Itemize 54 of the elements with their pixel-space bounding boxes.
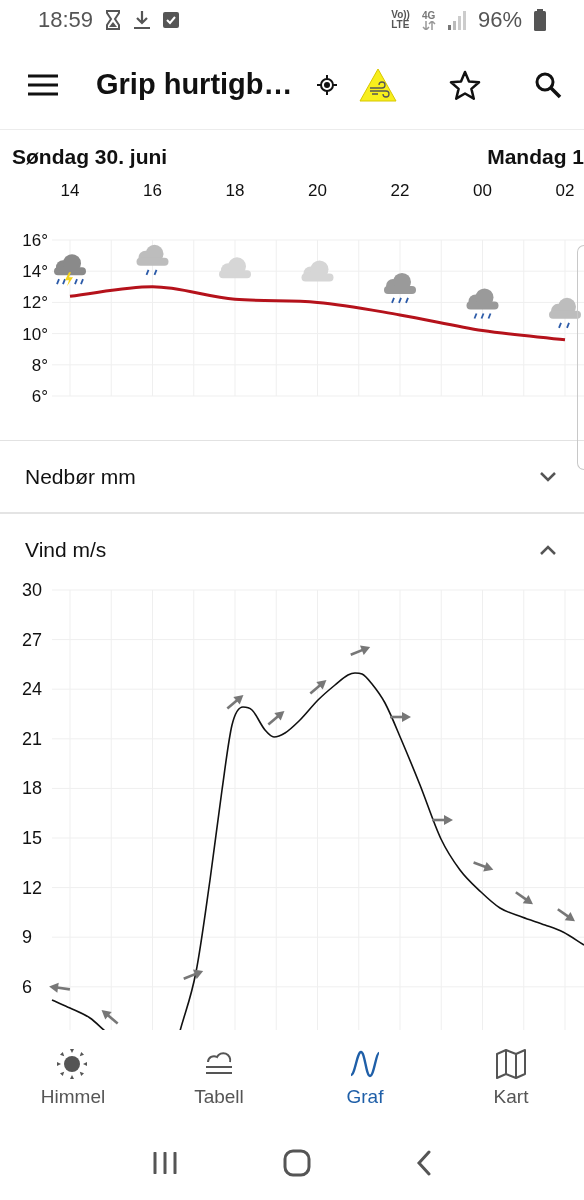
axis-label: 18 <box>22 778 43 799</box>
axis-label: 12 <box>22 877 43 898</box>
nav-tab[interactable]: Kart <box>438 1030 584 1125</box>
axis-label: 24 <box>22 679 43 700</box>
axis-label: 21 <box>22 728 43 749</box>
network-label: Vo)) <box>391 10 410 20</box>
checkbox-icon <box>163 12 180 28</box>
sun-icon <box>56 1047 90 1080</box>
data-type-label: 4G <box>421 10 436 21</box>
clock: 18:59 <box>38 7 94 33</box>
axis-label: 8° <box>31 355 48 375</box>
hour-label: 02 <box>555 181 575 200</box>
map-icon <box>494 1047 528 1080</box>
signal-icon <box>447 10 466 30</box>
hour-label: 16 <box>143 181 162 200</box>
chevron-icon[interactable] <box>540 471 556 482</box>
day-label: Mandag 1 <box>487 145 584 170</box>
home-icon[interactable] <box>283 1148 311 1177</box>
network-label: LTE <box>391 20 410 30</box>
axis-label: 27 <box>22 629 43 650</box>
hourglass-icon <box>105 10 122 30</box>
day-label: Søndag 30. juni <box>12 145 168 170</box>
nav-tab[interactable]: Tabell <box>146 1030 292 1125</box>
axis-label: 16° <box>22 231 48 250</box>
download-icon <box>133 10 152 30</box>
recent-apps-icon[interactable] <box>152 1151 179 1174</box>
menu-icon[interactable] <box>28 73 58 96</box>
data-arrows-icon <box>421 20 436 30</box>
axis-label: 10° <box>22 324 48 344</box>
battery-icon <box>534 9 546 31</box>
section-title: Vind m/s <box>25 538 107 562</box>
hour-label: 22 <box>390 181 410 200</box>
hour-label: 18 <box>225 181 245 200</box>
hour-label: 14 <box>60 181 80 200</box>
location-icon[interactable] <box>316 74 337 95</box>
axis-label: 30 <box>22 580 43 600</box>
nav-tab[interactable]: Graf <box>292 1030 438 1125</box>
wind-warning-icon[interactable] <box>358 67 397 102</box>
axis-label: 15 <box>22 828 43 848</box>
battery-percent: 96% <box>477 7 522 33</box>
location-title: Grip hurtigb… <box>96 68 293 101</box>
hour-label: 20 <box>308 181 327 200</box>
axis-label: 6° <box>31 387 48 406</box>
star-icon[interactable] <box>449 69 482 100</box>
back-icon[interactable] <box>415 1149 432 1176</box>
axis-label: 9 <box>22 927 32 948</box>
axis-label: 12° <box>22 293 48 313</box>
hour-label: 00 <box>473 181 492 200</box>
nav-tab[interactable]: Himmel <box>0 1030 146 1125</box>
chevron-icon[interactable] <box>540 545 556 555</box>
axis-label: 14° <box>22 262 48 282</box>
search-icon[interactable] <box>534 70 562 99</box>
axis-label: 6 <box>22 976 32 997</box>
section-title: Nedbør mm <box>25 464 136 489</box>
